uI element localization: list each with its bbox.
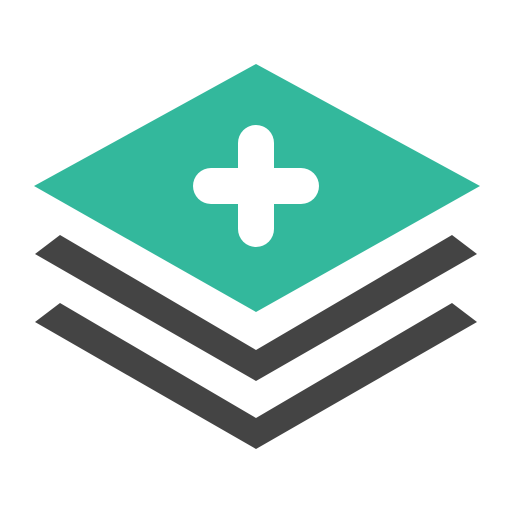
add-layer-icon (0, 0, 512, 512)
add-layer-graphic (34, 64, 480, 449)
